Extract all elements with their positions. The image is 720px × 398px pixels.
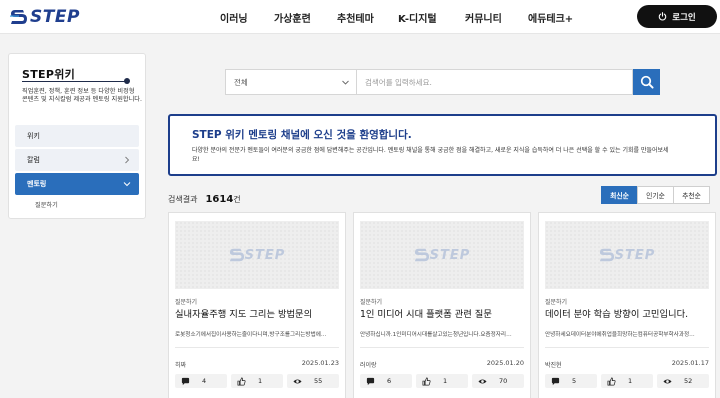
sort-popular-button[interactable]: 인기순 xyxy=(637,186,674,204)
login-label: 로그인 xyxy=(672,12,696,23)
search-icon xyxy=(640,75,654,89)
search-category-value: 전체 xyxy=(234,77,248,87)
post-date: 2025.01.20 xyxy=(486,359,524,367)
login-button[interactable]: 로그인 xyxy=(637,5,717,28)
nav-virtual-training[interactable]: 가상훈련 xyxy=(274,10,311,25)
like-count[interactable]: 1 xyxy=(416,374,468,388)
search-result-label: 검색결과 xyxy=(168,195,198,204)
welcome-description: 다양한 분야의 전문가 멘토들이 여러분의 궁금한 점에 답변해주는 공간입니다… xyxy=(192,147,669,163)
comment-count[interactable]: 5 xyxy=(545,374,597,388)
comment-icon xyxy=(181,377,190,385)
view-count: 55 xyxy=(287,374,339,388)
top-header: STEP 이러닝 가상훈련 추천테마 K-디지털 커뮤니티 에듀테크+ 로그인 xyxy=(0,0,720,34)
nav-edutech-plus[interactable]: 에듀테크+ xyxy=(528,10,573,25)
like-count[interactable]: 1 xyxy=(601,374,653,388)
post-author: 박진현 xyxy=(545,362,562,369)
step-logo[interactable]: STEP xyxy=(10,6,80,28)
like-count[interactable]: 1 xyxy=(231,374,283,388)
view-count: 70 xyxy=(472,374,524,388)
thumbs-up-icon xyxy=(607,377,616,385)
post-category: 질문하기 xyxy=(545,299,568,306)
chevron-down-icon xyxy=(342,80,349,85)
step-logo-text: STEP xyxy=(30,7,80,27)
sidebar-item-label: 위키 xyxy=(27,132,40,140)
post-title[interactable]: 1인 미디어 시대 플랫폼 관련 질문 xyxy=(360,306,526,320)
eye-icon xyxy=(478,378,487,384)
post-card[interactable]: STEP 질문하기 실내자율주행 지도 그리는 방법문의 로봇청소기에서집이사용… xyxy=(168,212,346,398)
view-count: 52 xyxy=(657,374,709,388)
sidebar-title-underline xyxy=(22,81,128,82)
thumbs-up-icon xyxy=(422,377,431,385)
step-logo-mark-icon xyxy=(229,248,244,262)
power-icon xyxy=(659,12,667,21)
post-card[interactable]: STEP 질문하기 데이터 분야 학습 방향이 고민입니다. 안녕하세요데이터분… xyxy=(538,212,716,398)
post-thumbnail: STEP xyxy=(360,221,524,289)
step-logo-mark-icon xyxy=(10,10,27,24)
sort-options: 최신순 인기순 추천순 xyxy=(601,186,710,204)
sort-latest-button[interactable]: 최신순 xyxy=(601,186,638,204)
card-divider xyxy=(175,347,339,348)
search-button[interactable] xyxy=(633,69,660,95)
search-result-summary: 검색결과 1614건 xyxy=(168,194,241,205)
post-author: 러이랑 xyxy=(360,362,377,369)
thumbnail-step-logo: STEP xyxy=(414,247,471,263)
thumbs-up-icon xyxy=(237,377,246,385)
comment-icon xyxy=(366,377,375,385)
nav-elearning[interactable]: 이러닝 xyxy=(220,10,248,25)
card-divider xyxy=(545,347,709,348)
sidebar-title: STEP위키 xyxy=(22,68,76,81)
eye-icon xyxy=(663,378,672,384)
thumbnail-step-logo: STEP xyxy=(599,247,656,263)
post-card[interactable]: STEP 질문하기 1인 미디어 시대 플랫폼 관련 질문 안녕하십니까.1인미… xyxy=(353,212,531,398)
search-result-unit: 건 xyxy=(233,195,241,204)
post-date: 2025.01.17 xyxy=(671,359,709,367)
sidebar: STEP위키 직업훈련, 정책, 훈련 정보 등 다양한 비정형 콘텐츠 및 지… xyxy=(8,53,146,219)
step-logo-mark-icon xyxy=(414,248,429,262)
chevron-down-icon xyxy=(123,182,131,187)
post-category: 질문하기 xyxy=(360,299,383,306)
eye-icon xyxy=(293,378,302,384)
welcome-banner: STEP 위키 멘토링 채널에 오신 것을 환영합니다. 다양한 분야의 전문가… xyxy=(168,114,717,176)
post-title[interactable]: 데이터 분야 학습 방향이 고민입니다. xyxy=(545,306,711,320)
sidebar-item-column[interactable]: 칼럼 xyxy=(15,149,139,171)
sidebar-title-dot xyxy=(124,78,130,84)
comment-count[interactable]: 4 xyxy=(175,374,227,388)
step-logo-mark-icon xyxy=(599,248,614,262)
chevron-right-icon xyxy=(125,156,130,164)
post-excerpt: 안녕하세요데이터분야에취업을희망하는컴퓨터공학부학사과정… xyxy=(545,332,695,338)
comment-count[interactable]: 6 xyxy=(360,374,412,388)
welcome-title: STEP 위키 멘토링 채널에 오신 것을 환영합니다. xyxy=(192,129,412,141)
post-thumbnail: STEP xyxy=(175,221,339,289)
search-input[interactable] xyxy=(357,69,633,95)
card-divider xyxy=(360,347,524,348)
post-date: 2025.01.23 xyxy=(301,359,339,367)
search-result-count: 1614 xyxy=(205,194,234,205)
post-author: 히짜 xyxy=(175,362,187,369)
sidebar-item-mentoring[interactable]: 멘토링 xyxy=(15,173,139,195)
sidebar-subitem-ask-question[interactable]: 질문하기 xyxy=(35,200,58,209)
post-category: 질문하기 xyxy=(175,299,198,306)
comment-icon xyxy=(551,377,560,385)
nav-community[interactable]: 커뮤니티 xyxy=(465,10,502,25)
post-thumbnail: STEP xyxy=(545,221,709,289)
thumbnail-step-logo: STEP xyxy=(229,247,286,263)
post-excerpt: 안녕하십니까.1인미디어시대를살고있는청년입니다.요즘정자리… xyxy=(360,332,512,338)
search-category-select[interactable]: 전체 xyxy=(225,69,357,95)
post-excerpt: 로봇청소기에서집이사용하는줄이다니며,방구조를그리는방법에… xyxy=(175,332,327,338)
sidebar-item-label: 칼럼 xyxy=(27,156,40,164)
sidebar-item-label: 멘토링 xyxy=(27,180,47,188)
nav-k-digital[interactable]: K-디지털 xyxy=(398,10,437,25)
post-title[interactable]: 실내자율주행 지도 그리는 방법문의 xyxy=(175,306,341,320)
nav-recommended-theme[interactable]: 추천테마 xyxy=(337,10,374,25)
sidebar-item-wiki[interactable]: 위키 xyxy=(15,125,139,147)
sidebar-description: 직업훈련, 정책, 훈련 정보 등 다양한 비정형 콘텐츠 및 지식칼럼 제공과… xyxy=(22,88,142,104)
sort-recommended-button[interactable]: 추천순 xyxy=(673,186,710,204)
